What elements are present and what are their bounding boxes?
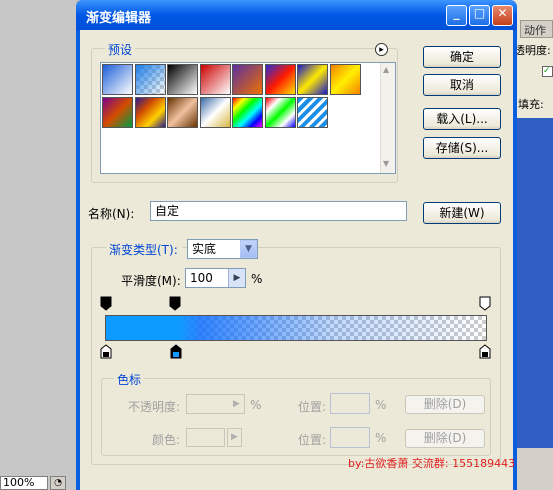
- preset-swatch[interactable]: [264, 96, 296, 128]
- opacity-stop-right[interactable]: [479, 296, 491, 311]
- color-swatch: [186, 428, 225, 447]
- preset-swatch[interactable]: [102, 96, 133, 128]
- dialog-title: 渐变编辑器: [86, 11, 152, 26]
- position-input-color: [330, 427, 370, 448]
- position-label-opacity: 位置:: [298, 400, 327, 414]
- zoom-menu-icon[interactable]: ◔: [50, 476, 66, 490]
- layers-panel: 动作 透明度: ✓ 填充:: [512, 0, 553, 490]
- delete-opacity-button: 删除(D): [405, 395, 485, 414]
- preset-swatch[interactable]: [167, 64, 198, 95]
- smoothness-value: 100: [190, 271, 213, 285]
- opacity-stop-left[interactable]: [100, 296, 112, 311]
- chevron-down-icon[interactable]: ▼: [240, 240, 257, 258]
- color-field-label: 颜色:: [152, 433, 181, 447]
- preset-swatch[interactable]: [199, 64, 231, 95]
- preset-swatch[interactable]: [134, 96, 166, 128]
- position-label-color: 位置:: [298, 433, 327, 447]
- gradient-type-label: 渐变类型(T):: [106, 241, 182, 258]
- lock-checkbox[interactable]: ✓: [542, 66, 553, 77]
- zoom-field[interactable]: 100%: [0, 476, 48, 490]
- scroll-up-icon[interactable]: ▲: [383, 65, 389, 74]
- scroll-down-icon[interactable]: ▼: [383, 159, 389, 168]
- tab-actions[interactable]: 动作: [520, 20, 553, 38]
- presets-label: 预设: [105, 41, 136, 58]
- gradient-preview-bar[interactable]: [105, 315, 487, 341]
- color-stop-right[interactable]: [479, 344, 491, 359]
- stops-label: 色标: [114, 371, 145, 388]
- ok-button[interactable]: 确定: [423, 46, 501, 68]
- opacity-label: 透明度:: [514, 44, 551, 57]
- smoothness-label: 平滑度(M):: [121, 274, 181, 288]
- preset-swatch[interactable]: [199, 96, 231, 128]
- maximize-button[interactable]: □: [469, 5, 490, 26]
- color-arrow-icon: ▶: [227, 428, 242, 447]
- name-label: 名称(N):: [88, 207, 135, 221]
- opacity-arrow-icon: ▶: [233, 399, 240, 409]
- panel-footer: [512, 448, 553, 490]
- gradient-type-value: 实底: [192, 242, 217, 256]
- opacity-stop-mid[interactable]: [169, 296, 181, 311]
- preset-swatch[interactable]: [232, 96, 263, 128]
- opacity-unit: %: [250, 398, 262, 412]
- preset-swatch[interactable]: [232, 64, 263, 95]
- close-button[interactable]: ✕: [492, 5, 513, 26]
- cancel-button[interactable]: 取消: [423, 74, 501, 96]
- preset-swatch[interactable]: [297, 96, 328, 128]
- position-unit-color: %: [375, 431, 387, 445]
- preset-swatch[interactable]: [264, 64, 296, 95]
- presets-scrollbar[interactable]: ▲ ▼: [380, 63, 395, 173]
- layer-selected[interactable]: [512, 118, 553, 448]
- preset-swatch[interactable]: [167, 96, 198, 128]
- new-button[interactable]: 新建(W): [423, 202, 501, 224]
- preset-swatch[interactable]: [297, 64, 328, 95]
- color-stop-left[interactable]: [100, 344, 112, 359]
- smoothness-unit: %: [251, 272, 263, 286]
- watermark-text: by:古欲香萧 交流群: 155189443: [348, 457, 516, 470]
- opacity-field-label: 不透明度:: [128, 400, 181, 414]
- color-stop-mid[interactable]: [170, 344, 182, 359]
- position-unit-opacity: %: [375, 398, 387, 412]
- save-button[interactable]: 存储(S)...: [423, 137, 501, 159]
- delete-color-button: 删除(D): [405, 429, 485, 448]
- fill-label: 填充:: [518, 98, 544, 111]
- minimize-button[interactable]: _: [446, 5, 467, 26]
- load-button[interactable]: 载入(L)...: [423, 108, 501, 130]
- photoshop-canvas-area: [0, 0, 76, 490]
- name-input[interactable]: 自定: [150, 201, 407, 221]
- presets-menu-icon[interactable]: ▸: [375, 43, 388, 56]
- preset-swatch[interactable]: [329, 64, 361, 95]
- preset-swatch[interactable]: [134, 64, 166, 95]
- position-input-opacity: [330, 393, 370, 414]
- opacity-input: ▶: [186, 394, 245, 414]
- smoothness-arrow-icon[interactable]: ▶: [228, 269, 245, 287]
- preset-swatch[interactable]: [102, 64, 133, 95]
